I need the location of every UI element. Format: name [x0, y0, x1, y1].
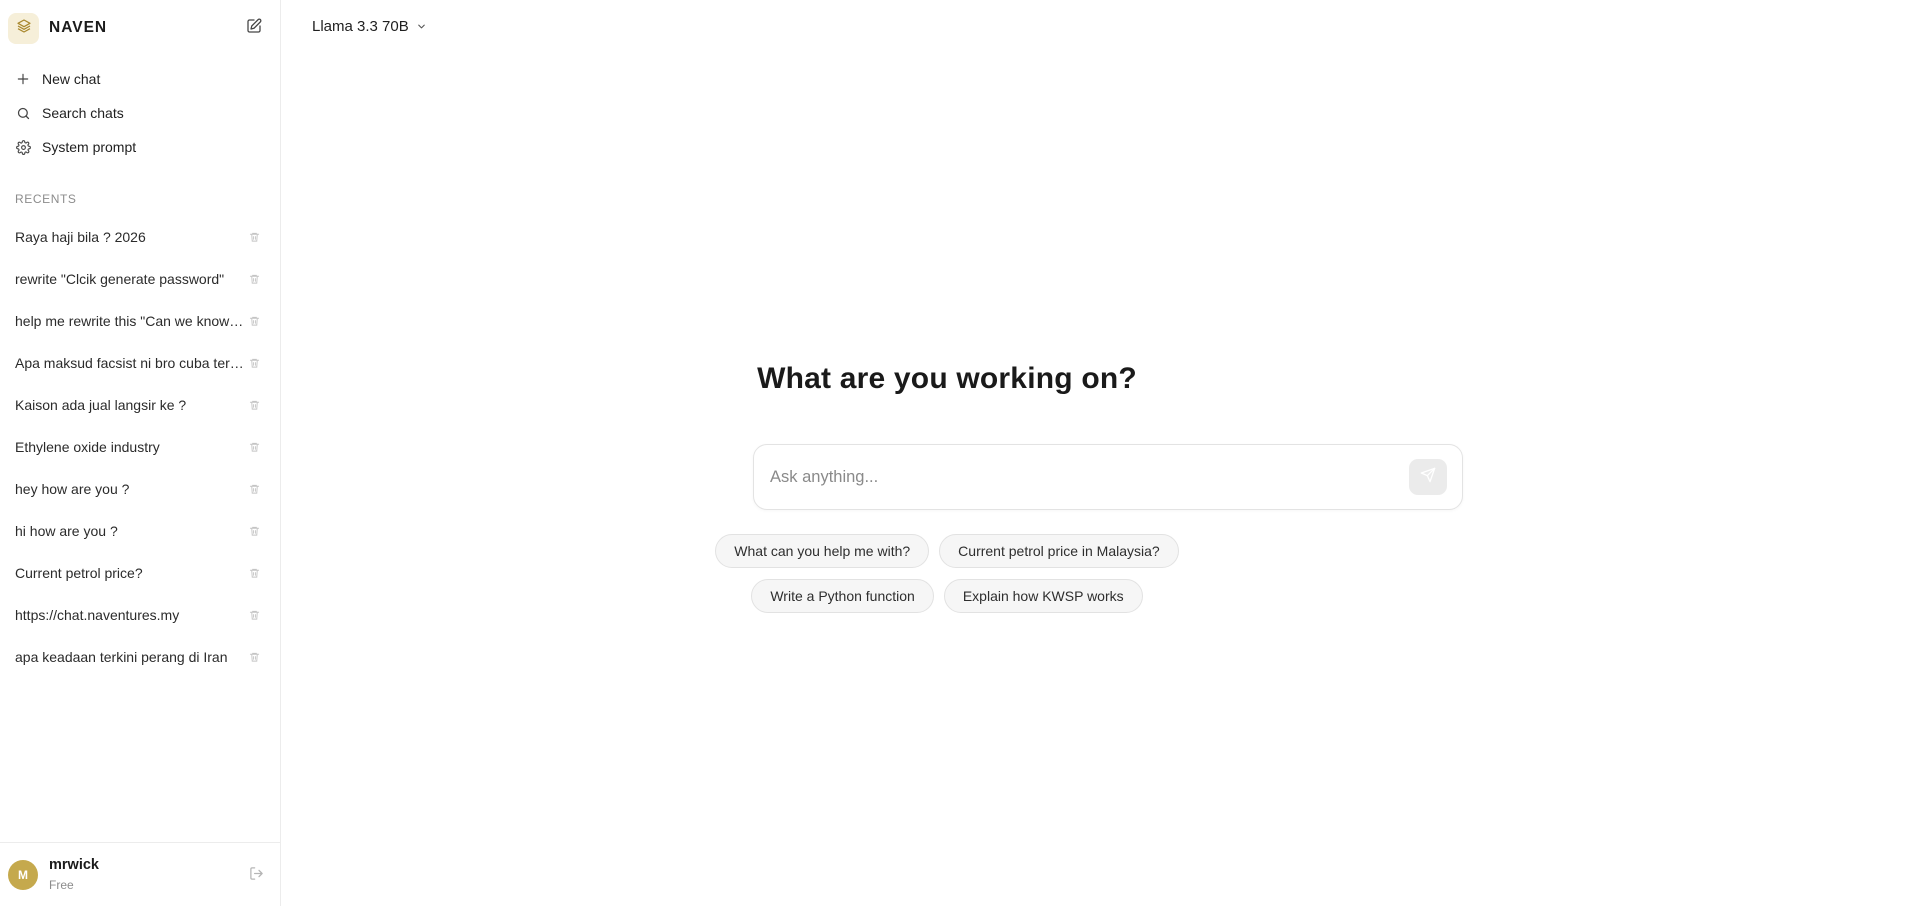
recent-chat-item[interactable]: Kaison ada jual langsir ke ?	[0, 384, 280, 426]
logout-button[interactable]	[248, 866, 265, 886]
logo[interactable]	[8, 12, 39, 44]
recent-chat-title: Current petrol price?	[15, 565, 143, 581]
recent-chat-item[interactable]: Ethylene oxide industry	[0, 426, 280, 468]
recent-chat-item[interactable]: Raya haji bila ? 2026	[0, 216, 280, 258]
trash-icon[interactable]	[248, 272, 260, 285]
sidebar-nav: New chat Search chats System prompt	[0, 56, 280, 164]
recent-chat-title: hey how are you ?	[15, 481, 130, 497]
recent-chat-title: https://chat.naventures.my	[15, 607, 180, 623]
trash-icon[interactable]	[248, 356, 260, 369]
recent-chat-title: rewrite "Clcik generate password"	[15, 271, 225, 287]
brand-row: NAVEN	[0, 0, 280, 56]
recent-chat-title: apa keadaan terkini perang di Iran	[15, 649, 228, 665]
gear-icon	[14, 138, 32, 156]
user-profile-bar: M mrwick Free	[0, 842, 281, 906]
recent-chat-item[interactable]: help me rewrite this "Can we know the	[0, 300, 280, 342]
nav-item-label: New chat	[42, 71, 101, 87]
suggestion-chip[interactable]: Explain how KWSP works	[943, 579, 1143, 613]
trash-icon[interactable]	[248, 440, 260, 453]
suggestion-chip[interactable]: What can you help me with?	[715, 534, 930, 568]
layers-icon	[16, 18, 32, 39]
nav-item-search-chats[interactable]: Search chats	[0, 96, 280, 130]
suggestion-row: Write a Python function Explain how KWSP…	[282, 579, 1612, 613]
trash-icon[interactable]	[248, 608, 260, 621]
trash-icon[interactable]	[248, 524, 260, 537]
recents-heading: RECENTS	[15, 192, 77, 206]
recent-chat-title: hi how are you ?	[15, 523, 118, 539]
recent-chat-item[interactable]: rewrite "Clcik generate password"	[0, 258, 280, 300]
user-name: mrwick	[49, 857, 99, 874]
recent-chat-list: Raya haji bila ? 2026 rewrite "Clcik gen…	[0, 216, 280, 678]
brand-name: NAVEN	[49, 19, 108, 36]
search-icon	[14, 104, 32, 122]
trash-icon[interactable]	[248, 314, 260, 327]
recent-chat-title: Apa maksud facsist ni bro cuba terangkan	[15, 355, 244, 371]
trash-icon[interactable]	[248, 650, 260, 663]
recent-chat-item[interactable]: https://chat.naventures.my	[0, 594, 280, 636]
recent-chat-item[interactable]: hey how are you ?	[0, 468, 280, 510]
suggestion-row: What can you help me with? Current petro…	[282, 534, 1612, 568]
recent-chat-title: help me rewrite this "Can we know the	[15, 313, 244, 329]
page-title: What are you working on?	[757, 362, 1137, 395]
avatar[interactable]: M	[8, 859, 38, 890]
recent-chat-item[interactable]: Apa maksud facsist ni bro cuba terangkan	[0, 342, 280, 384]
trash-icon[interactable]	[248, 398, 260, 411]
recent-chat-title: Kaison ada jual langsir ke ?	[15, 397, 187, 413]
chat-composer	[753, 444, 1463, 510]
model-selector[interactable]: Llama 3.3 70B	[312, 16, 427, 36]
trash-icon[interactable]	[248, 566, 260, 579]
nav-item-system-prompt[interactable]: System prompt	[0, 130, 280, 164]
send-icon	[1420, 467, 1436, 488]
nav-item-label: Search chats	[42, 105, 124, 121]
sidebar: NAVEN New chat Search chats System promp…	[0, 0, 281, 906]
suggestion-chip[interactable]: Write a Python function	[751, 579, 934, 613]
model-name: Llama 3.3 70B	[312, 17, 409, 35]
chevron-down-icon	[416, 21, 427, 32]
suggestion-chip[interactable]: Current petrol price in Malaysia?	[939, 534, 1179, 568]
recent-chat-item[interactable]: apa keadaan terkini perang di Iran	[0, 636, 280, 678]
recent-chat-item[interactable]: Current petrol price?	[0, 552, 280, 594]
user-plan: Free	[49, 877, 74, 892]
nav-item-new-chat[interactable]: New chat	[0, 62, 280, 96]
plus-icon	[14, 70, 32, 88]
recent-chat-title: Raya haji bila ? 2026	[15, 229, 146, 245]
new-chat-compose-button[interactable]	[244, 18, 264, 38]
main-panel: Llama 3.3 70B What are you working on? W…	[282, 0, 1912, 906]
recent-chat-title: Ethylene oxide industry	[15, 439, 160, 455]
user-meta: mrwick Free	[49, 856, 99, 892]
logout-icon	[249, 866, 264, 886]
recent-chat-item[interactable]: hi how are you ?	[0, 510, 280, 552]
edit-icon	[245, 17, 263, 40]
send-button[interactable]	[1409, 459, 1447, 495]
nav-item-label: System prompt	[42, 139, 137, 155]
trash-icon[interactable]	[248, 482, 260, 495]
chat-input[interactable]	[770, 465, 1370, 489]
trash-icon[interactable]	[248, 230, 260, 243]
